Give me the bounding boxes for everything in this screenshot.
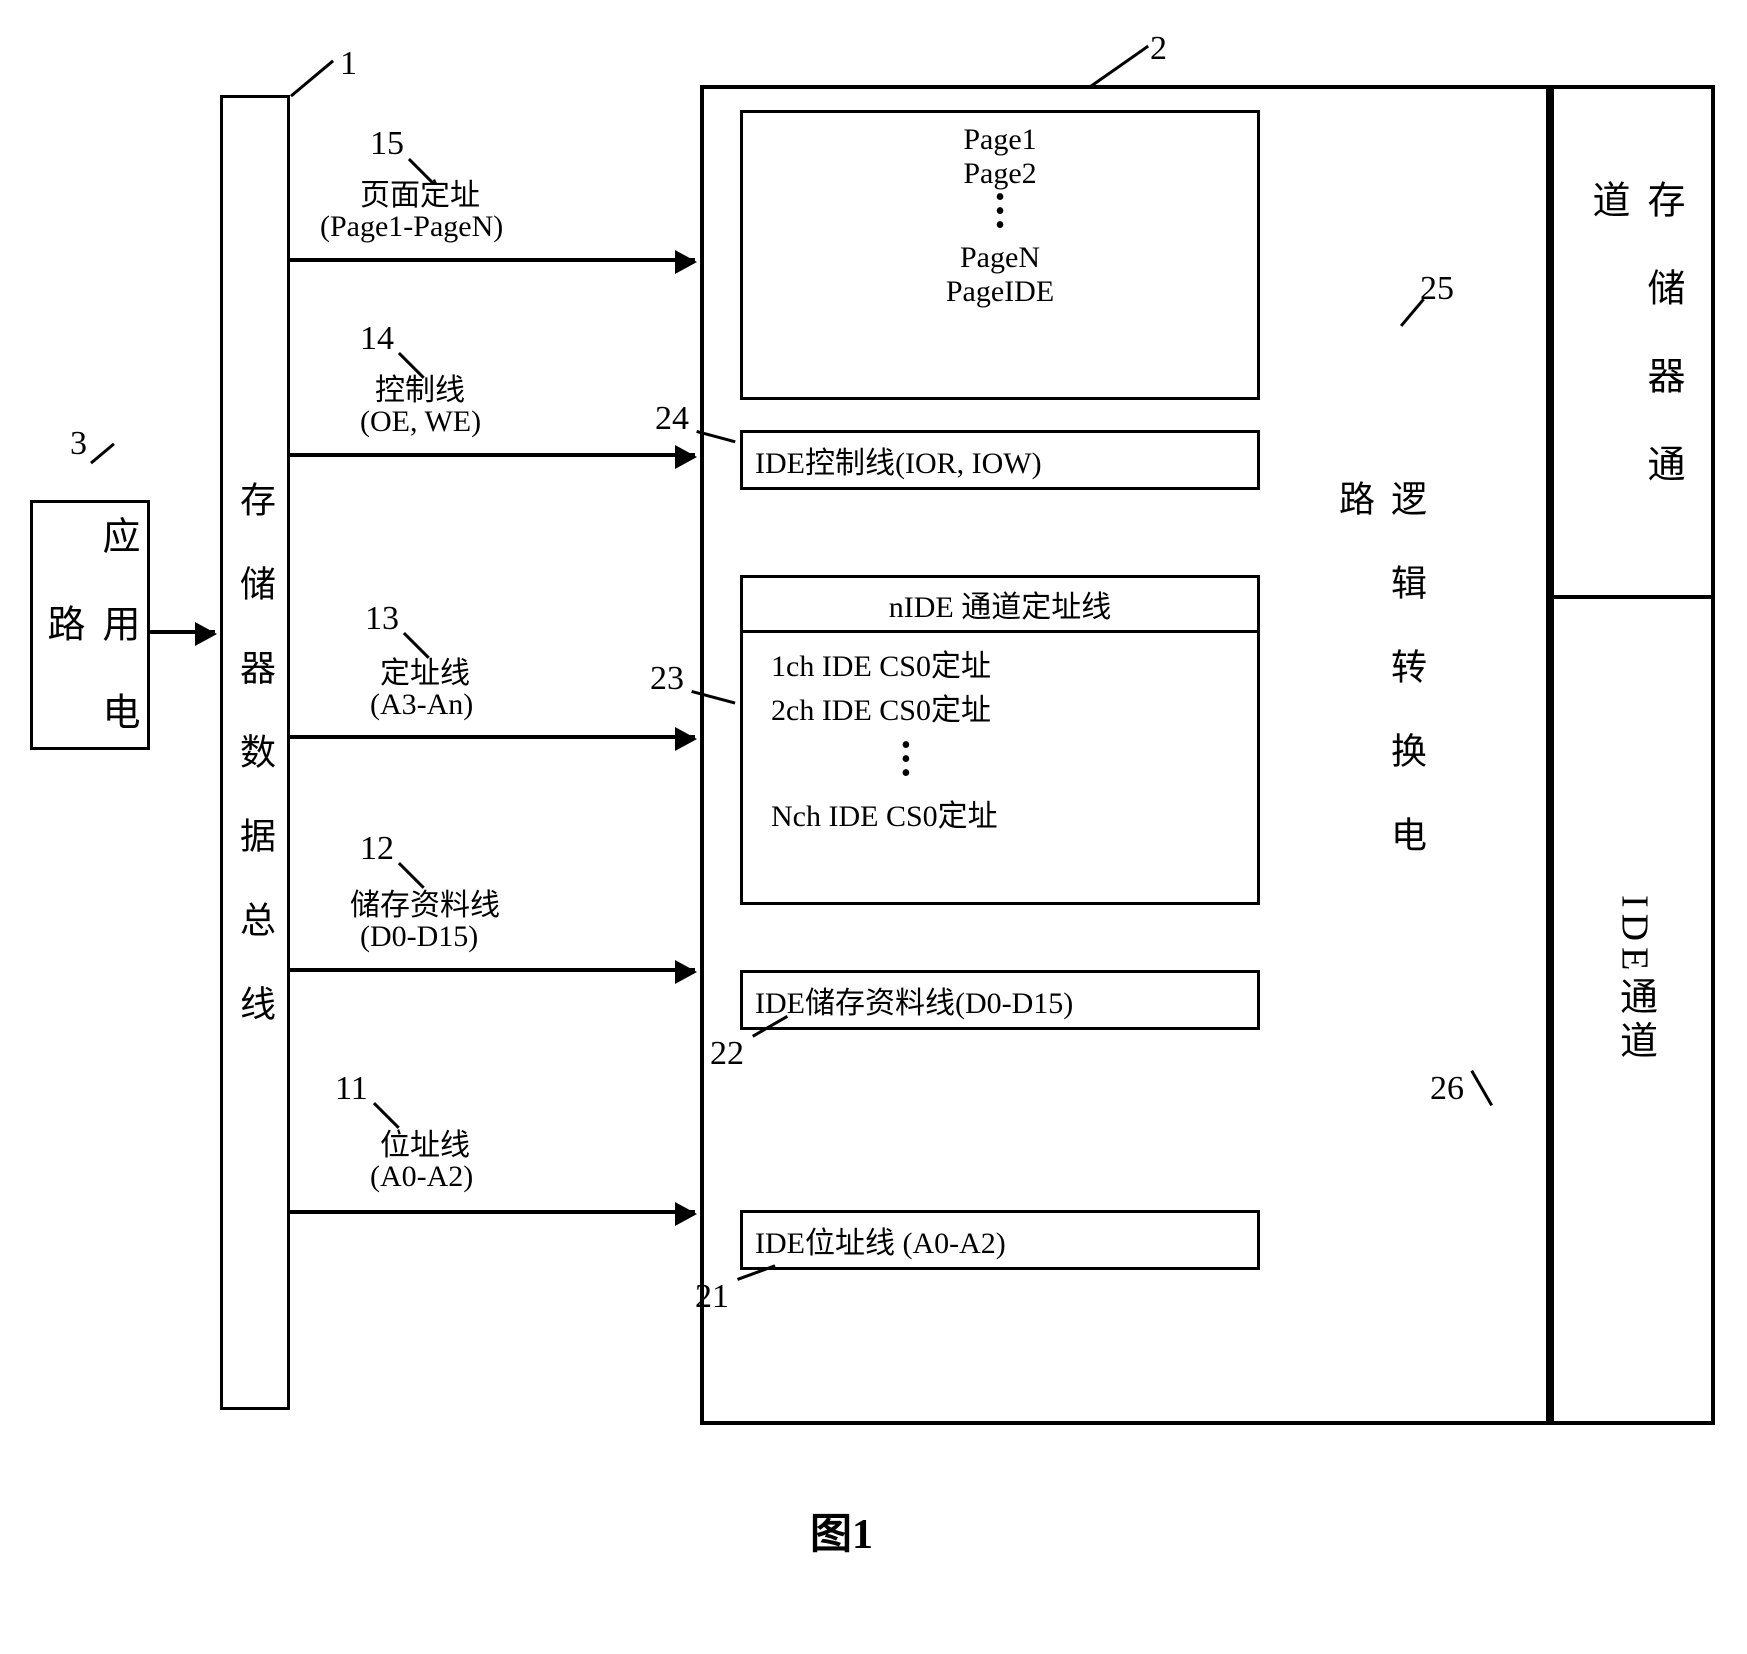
page-n: PageN — [743, 241, 1257, 275]
label-12: 12 — [360, 830, 394, 868]
ide-addr-box: IDE位址线 (A0-A2) — [740, 1210, 1260, 1270]
label-23: 23 — [650, 660, 684, 698]
ide-channel-label: IDE通道 — [1608, 895, 1663, 1064]
mem-channel-wrap: 存 储 器 通 道 — [1575, 180, 1695, 500]
ide-ch1: 1ch IDE CS0定址 — [771, 641, 1257, 685]
arrow-13 — [290, 735, 695, 739]
page-ide: PageIDE — [743, 275, 1257, 309]
mem-bus-label: 存 储 器 数 据 总 线 — [229, 481, 281, 1025]
label-21: 21 — [695, 1278, 729, 1316]
label-11: 11 — [335, 1070, 368, 1108]
label-24: 24 — [655, 400, 689, 438]
logic-conv-label-wrap: 逻 辑 转 换 电 路 — [1350, 480, 1410, 900]
arrow-14 — [290, 453, 695, 457]
label-13: 13 — [365, 600, 399, 638]
label-15: 15 — [370, 125, 404, 163]
label-1: 1 — [340, 45, 357, 83]
mem-bus-box: 存 储 器 数 据 总 线 — [220, 95, 290, 1410]
ide-ch2: 2ch IDE CS0定址 — [771, 685, 1257, 729]
ide-ctrl-box: IDE控制线(IOR, IOW) — [740, 430, 1260, 490]
diagram-root: 应 用 电 路 3 存 储 器 数 据 总 线 1 2 逻 辑 转 换 电 路 … — [30, 30, 1717, 1624]
logic-conv-label: 逻 辑 转 换 电 路 — [1328, 480, 1432, 900]
ide-addr-text: IDE位址线 (A0-A2) — [755, 1218, 1006, 1262]
arrow-15 — [290, 258, 695, 262]
app-circuit-box: 应 用 电 路 — [30, 500, 150, 750]
page-list-box: Page1 Page2 ••• PageN PageIDE — [740, 110, 1260, 400]
label-14: 14 — [360, 320, 394, 358]
app-circuit-label: 应 用 电 路 — [35, 503, 145, 747]
sig-11b: (A0-A2) — [370, 1160, 473, 1194]
ide-ch-dots: ••• — [901, 739, 1257, 781]
sig-14b: (OE, WE) — [360, 405, 481, 439]
sig-12a: 储存资料线 — [350, 880, 500, 924]
lead-3 — [90, 443, 115, 465]
ide-chan-header-wrap: nIDE 通道定址线 — [743, 578, 1257, 633]
ide-chan-box: nIDE 通道定址线 1ch IDE CS0定址 2ch IDE CS0定址 •… — [740, 575, 1260, 905]
page-dots: ••• — [743, 191, 1257, 233]
sig-13b: (A3-An) — [370, 688, 473, 722]
right-channel-divider — [1550, 595, 1715, 599]
arrow-app-to-bus — [150, 630, 215, 634]
ide-data-box: IDE储存资料线(D0-D15) — [740, 970, 1260, 1030]
page-1: Page1 — [743, 123, 1257, 157]
mem-channel-label: 存 储 器 通 道 — [1580, 180, 1690, 500]
label-3: 3 — [70, 425, 87, 463]
label-25: 25 — [1420, 270, 1454, 308]
sig-12b: (D0-D15) — [360, 920, 478, 954]
ide-chn: Nch IDE CS0定址 — [771, 791, 1257, 835]
ide-chan-header: nIDE 通道定址线 — [889, 582, 1111, 626]
sig-11a: 位址线 — [380, 1120, 470, 1164]
figure-caption: 图1 — [810, 1500, 873, 1561]
ide-chan-body: 1ch IDE CS0定址 2ch IDE CS0定址 ••• Nch IDE … — [743, 633, 1257, 835]
ide-channel-wrap: IDE通道 — [1575, 780, 1695, 1180]
label-26: 26 — [1430, 1070, 1464, 1108]
sig-13a: 定址线 — [380, 648, 470, 692]
ide-ctrl-text: IDE控制线(IOR, IOW) — [755, 438, 1042, 482]
lead-1 — [290, 60, 334, 98]
arrow-12 — [290, 968, 695, 972]
ide-data-text: IDE储存资料线(D0-D15) — [755, 978, 1073, 1022]
label-2: 2 — [1150, 30, 1167, 68]
sig-14a: 控制线 — [375, 365, 465, 409]
label-22: 22 — [710, 1035, 744, 1073]
lead-2 — [1090, 45, 1149, 88]
sig-15b: (Page1-PageN) — [320, 210, 503, 244]
arrow-11 — [290, 1210, 695, 1214]
sig-15a: 页面定址 — [360, 170, 480, 214]
